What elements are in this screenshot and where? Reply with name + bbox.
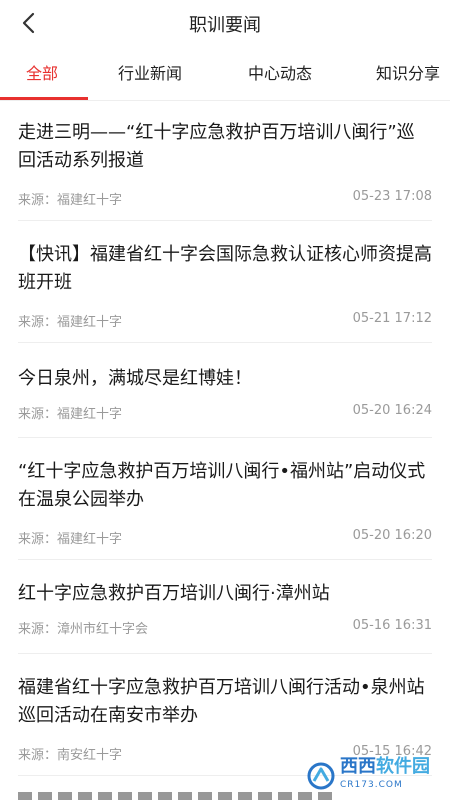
news-item[interactable]: 红十字应急救护百万培训八闽行·漳州站 来源：漳州市红十字会 05-16 16:3… (18, 560, 432, 654)
news-item[interactable]: 【快讯】福建省红十字会国际急救认证核心师资提高班开班 来源：福建红十字 05-2… (18, 221, 432, 343)
brand-logo-icon (307, 762, 335, 790)
news-time: 05-21 17:12 (352, 311, 432, 326)
news-time: 05-23 17:08 (352, 189, 432, 204)
tab-all[interactable]: 全部 (26, 48, 58, 100)
news-title: “红十字应急救护百万培训八闽行•福州站”启动仪式在温泉公园举办 (18, 461, 426, 510)
tab-center-updates[interactable]: 中心动态 (248, 48, 312, 100)
news-meta: 来源：福建红十字 05-21 17:12 (18, 311, 432, 330)
next-item-partial (18, 792, 338, 800)
page-title: 职训要闻 (189, 15, 261, 36)
news-time: 05-16 16:31 (352, 618, 432, 633)
news-item[interactable]: 今日泉州，满城尽是红博娃！ 来源：福建红十字 05-20 16:24 (18, 343, 432, 438)
news-title: 红十字应急救护百万培训八闽行·漳州站 (18, 583, 330, 604)
category-tabs: 全部 行业新闻 中心动态 知识分享 (0, 48, 450, 101)
watermark-name: 软件园 (376, 756, 430, 777)
watermark-domain: CR173.COM (340, 780, 403, 790)
back-button[interactable] (14, 8, 44, 38)
news-time: 05-20 16:24 (352, 403, 432, 418)
news-item[interactable]: 走进三明——“红十字应急救护百万培训八闽行”巡回活动系列报道 来源：福建红十字 … (18, 101, 432, 221)
tab-industry-news[interactable]: 行业新闻 (118, 48, 182, 100)
news-source: 来源：福建红十字 (18, 193, 123, 208)
news-source: 来源：漳州市红十字会 (18, 622, 149, 637)
news-source: 来源：福建红十字 (18, 407, 123, 422)
news-title: 福建省红十字应急救护百万培训八闽行活动•泉州站巡回活动在南安市举办 (18, 677, 425, 726)
tab-knowledge-sharing[interactable]: 知识分享 (376, 48, 440, 100)
news-time: 05-20 16:20 (352, 528, 432, 543)
news-meta: 来源：福建红十字 05-20 16:24 (18, 403, 432, 422)
news-source: 来源：南安红十字 (18, 748, 123, 763)
news-title: 走进三明——“红十字应急救护百万培训八闽行”巡回活动系列报道 (18, 122, 415, 171)
site-watermark: 西西 软件园 CR173.COM (306, 758, 430, 794)
news-list: 走进三明——“红十字应急救护百万培训八闽行”巡回活动系列报道 来源：福建红十字 … (0, 101, 450, 776)
news-title: 【快讯】福建省红十字会国际急救认证核心师资提高班开班 (18, 244, 432, 293)
news-title: 今日泉州，满城尽是红博娃！ (18, 368, 252, 389)
news-item[interactable]: “红十字应急救护百万培训八闽行•福州站”启动仪式在温泉公园举办 来源：福建红十字… (18, 438, 432, 560)
news-meta: 来源：福建红十字 05-23 17:08 (18, 189, 432, 208)
news-source: 来源：福建红十字 (18, 315, 123, 330)
active-tab-indicator (0, 97, 88, 100)
news-meta: 来源：漳州市红十字会 05-16 16:31 (18, 618, 432, 637)
watermark-brand: 西西 (340, 756, 376, 777)
chevron-left-icon (22, 12, 35, 34)
top-bar: 职训要闻 (0, 0, 450, 48)
news-source: 来源：福建红十字 (18, 532, 123, 547)
news-meta: 来源：福建红十字 05-20 16:20 (18, 528, 432, 547)
